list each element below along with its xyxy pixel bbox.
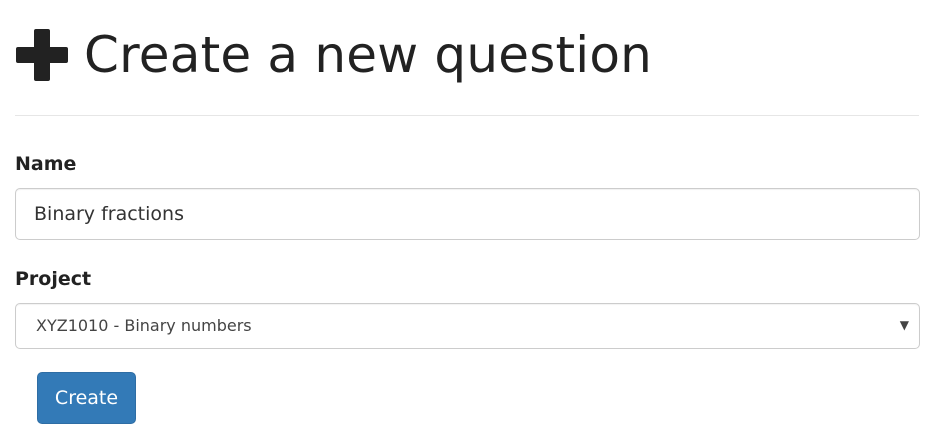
create-question-page: Create a new question Name Project XYZ10… — [0, 0, 932, 438]
create-button[interactable]: Create — [37, 372, 136, 424]
plus-icon — [14, 27, 70, 83]
name-label: Name — [15, 153, 77, 175]
page-header: Create a new question — [14, 18, 652, 92]
header-divider — [15, 115, 919, 116]
caret-down-icon: ▼ — [899, 318, 909, 332]
project-selected-value: XYZ1010 - Binary numbers — [36, 316, 252, 335]
page-title: Create a new question — [84, 26, 653, 84]
name-input[interactable] — [15, 188, 920, 240]
project-label: Project — [15, 268, 92, 290]
project-select[interactable]: XYZ1010 - Binary numbers ▼ — [15, 303, 920, 349]
